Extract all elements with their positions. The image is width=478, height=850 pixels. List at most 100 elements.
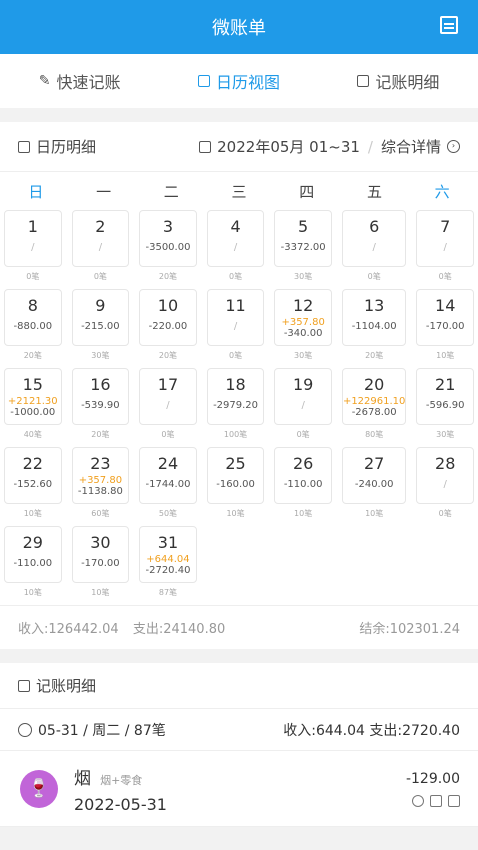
calendar-day[interactable]: 12 +357.80 -340.00 30笔 [272,289,334,368]
day-expense: / [233,242,238,253]
day-count: 0笔 [438,509,452,518]
calendar-day[interactable]: 14 -170.00 10笔 [414,289,476,368]
clipboard-icon[interactable] [448,794,460,807]
details-link[interactable]: 综合详情 [381,136,441,157]
tab-label: 快速记账 [56,73,121,92]
day-box: 14 -170.00 [416,289,474,346]
calendar-day[interactable]: 6/0笔 [340,210,408,289]
tab-calendar-view[interactable]: 日历视图 [159,54,318,108]
document-icon [18,679,30,692]
calendar-day[interactable]: 11 / 0笔 [205,289,267,368]
calendar-day[interactable]: 24 -1744.00 50笔 [137,447,199,526]
calendar-title: 日历明细 [36,138,97,156]
day-box: 8 -880.00 [4,289,62,346]
calendar-day[interactable]: 2/0笔 [70,210,132,289]
calendar-day[interactable]: 1/0笔 [2,210,64,289]
calendar-day[interactable]: 5 -3372.00 30笔 [272,210,334,289]
day-box: 26 -110.00 [274,447,332,504]
calendar-day[interactable]: 28 / 0笔 [414,447,476,526]
tab-ledger-details[interactable]: 记账明细 [319,54,478,108]
day-box: 5 -3372.00 [274,210,332,267]
day-number: 1 [27,217,38,236]
day-box: 21 -596.90 [416,368,474,425]
calendar-day[interactable]: 4/0笔 [205,210,267,289]
day-count: 10笔 [91,588,110,597]
weekday-header: 日一二三四五六 [0,172,478,210]
calendar-day[interactable]: 3 -3500.00 20笔 [137,210,199,289]
day-box: 17 / [139,368,197,425]
day-income: +122961.10 [342,396,406,407]
day-number: 21 [435,375,456,394]
calendar-day[interactable]: 8 -880.00 20笔 [2,289,64,368]
day-expense: -240.00 [354,479,394,490]
day-expense: / [98,242,103,253]
calendar-day[interactable]: 18 -2979.20 100笔 [205,368,267,447]
day-number: 15 [22,375,43,394]
chevron-right-icon[interactable]: › [447,140,460,153]
day-number: 16 [90,375,111,394]
list-icon[interactable] [440,16,458,34]
comment-icon[interactable] [412,794,424,807]
day-number: 3 [162,217,174,236]
day-count: 80笔 [365,430,384,439]
entry-info: 烟 烟+零食 2022-05-31 [74,764,406,814]
day-row-totals: 收入:644.04 支出:2720.40 [283,722,460,739]
calendar-day[interactable]: 26 -110.00 10笔 [272,447,334,526]
day-number: 11 [225,296,246,315]
day-box: 29 -110.00 [4,526,62,583]
calendar-day[interactable]: 15 +2121.30 -1000.00 40笔 [2,368,64,447]
day-number: 18 [225,375,246,394]
day-box: 12 +357.80 -340.00 [274,289,332,346]
day-expense: / [301,400,305,411]
day-number: 25 [225,454,246,473]
ledger-entry[interactable]: 🍷 烟 烟+零食 2022-05-31 -129.00 [0,751,478,827]
calendar-day[interactable]: 21 -596.90 30笔 [414,368,476,447]
calendar-day[interactable]: 29 -110.00 10笔 [2,526,64,605]
day-number: 30 [90,533,111,552]
day-income: +644.04 [146,554,190,565]
calendar-day[interactable]: 23 +357.80 -1138.80 60笔 [70,447,132,526]
day-count: 60笔 [91,509,110,518]
day-expense: / [443,479,447,490]
day-number: 10 [157,296,179,315]
calendar-day[interactable]: 20 +122961.10 -2678.00 80笔 [340,368,408,447]
ledger-title: 记账明细 [36,677,97,695]
receipt-icon[interactable] [430,794,442,807]
calendar-day[interactable]: 19 / 0笔 [272,368,334,447]
calendar-day[interactable]: 13 -1104.00 20笔 [340,289,408,368]
day-count: 50笔 [158,509,178,518]
calendar-day[interactable]: 17 / 0笔 [137,368,199,447]
calendar-day[interactable]: 25 -160.00 10笔 [205,447,267,526]
day-count: 100笔 [223,430,248,439]
calendar-header: 日历明细 2022年05月 01~31 / 综合详情 › [0,122,478,172]
calendar-day[interactable]: 27 -240.00 10笔 [340,447,408,526]
calendar-day[interactable]: 7/0笔 [414,210,476,289]
calendar-day[interactable]: 22 -152.60 10笔 [2,447,64,526]
date-range-selector[interactable]: 2022年05月 01~31 [217,136,360,157]
day-number: 7 [440,217,451,236]
day-count: 20笔 [158,272,178,281]
calendar-day[interactable]: 10 -220.00 20笔 [137,289,199,368]
calendar-day[interactable]: 31 +644.04 -2720.40 87笔 [137,526,199,605]
ledger-day-row[interactable]: 05-31 / 周二 / 87笔 收入:644.04 支出:2720.40 [0,709,478,751]
calendar-day[interactable]: 16 -539.90 20笔 [70,368,132,447]
day-expense: -2678.00 [351,407,397,418]
day-expense: -3372.00 [280,242,326,253]
day-expense: -2720.40 [145,565,191,576]
tab-quick-entry[interactable]: ✎ 快速记账 [0,54,159,108]
day-count: 30笔 [91,351,110,360]
calendar-day[interactable]: 9 -215.00 30笔 [70,289,132,368]
day-expense: / [233,321,238,332]
day-count: 10笔 [23,509,42,518]
day-expense: -1138.80 [77,486,123,497]
tab-label: 日历视图 [215,73,280,92]
day-count: 0笔 [367,272,381,281]
day-number: 29 [22,533,43,552]
day-number: 4 [230,217,241,236]
day-box: 20 +122961.10 -2678.00 [341,368,407,425]
entry-amount: -129.00 [405,770,460,787]
day-box: 31 +644.04 -2720.40 [139,526,197,583]
day-box: 11 / [206,289,265,346]
entry-tag: 烟+零食 [100,773,143,787]
calendar-day[interactable]: 30 -170.00 10笔 [70,526,132,605]
